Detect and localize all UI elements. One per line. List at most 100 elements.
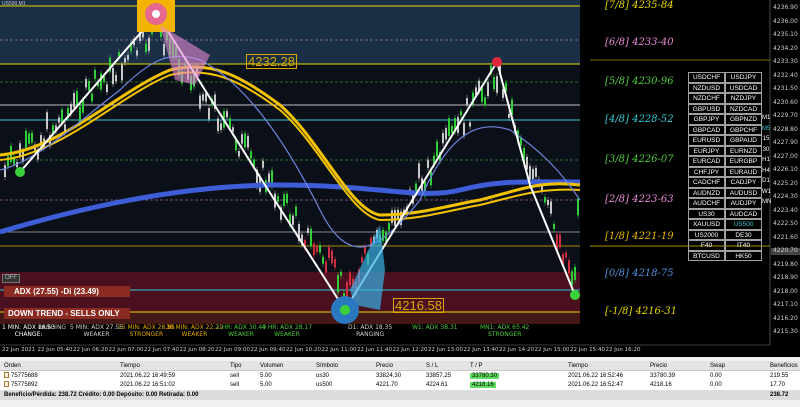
candle (115, 74, 117, 82)
candle (244, 133, 246, 148)
candle (328, 247, 330, 259)
murray-level-price: 4221-19 (628, 231, 674, 242)
price-axis-tick: 4229.70 (773, 112, 798, 119)
symbol-button[interactable]: USDCAD (725, 82, 762, 93)
candle (388, 223, 390, 231)
symbol-button[interactable]: F40 (688, 240, 725, 251)
symbol-button[interactable]: CADJPY (725, 177, 762, 188)
candle (508, 113, 510, 118)
timeframe-button[interactable]: MN (762, 198, 771, 209)
chart-area[interactable]: US500,M1 [7/8] 4235-84 [6/8] 4233-40 [5/8]… (0, 0, 800, 357)
candle (334, 259, 336, 268)
symbol-button[interactable]: CHFJPY (688, 166, 725, 177)
timeframe-button[interactable]: D1 (762, 177, 770, 188)
symbol-button[interactable]: GBPCHF (725, 124, 762, 135)
adx-panel: 4 HR: ADX 28.17 WEAKER (262, 324, 313, 338)
column-header[interactable]: T / P (470, 361, 483, 371)
column-header[interactable]: Volumen (260, 361, 283, 371)
timeframe-button[interactable]: H4 (762, 167, 770, 178)
symbol-button[interactable]: GBPJPY (688, 114, 725, 125)
symbol-button[interactable]: GBPNZD (725, 114, 762, 125)
timeframe-button[interactable]: M5 (762, 125, 770, 136)
symbol-button[interactable]: AUDUSD (725, 187, 762, 198)
column-header[interactable]: Tiempo (568, 361, 588, 371)
timeframe-button[interactable]: 30 (762, 146, 770, 157)
symbol-button[interactable]: HK50 (725, 250, 762, 261)
price-axis-tick: 4234.20 (773, 44, 798, 52)
symbol-button[interactable]: EURJPY (688, 145, 725, 156)
adx-panel: 5 MIN: ADX 27.55 WEAKER (70, 324, 124, 338)
timeframe-button[interactable]: M1 (762, 114, 770, 125)
symbol-button[interactable]: EURCAD (688, 156, 725, 167)
symbol-button[interactable]: NZDCHF (688, 93, 725, 104)
column-header[interactable]: Orden (4, 361, 21, 371)
symbol-button[interactable]: USDJPY (725, 72, 762, 83)
symbol-button[interactable]: GBPCAD (688, 124, 725, 135)
symbol-button[interactable]: NZDUSD (688, 82, 725, 93)
symbol-button[interactable]: GBPAUD (725, 135, 762, 146)
symbol-button[interactable]: USDCHF (688, 72, 725, 83)
price-axis-tick: 4217.10 (773, 301, 798, 308)
symbol-button[interactable]: US500 (725, 219, 762, 230)
symbol-button[interactable]: AUDCAD (725, 208, 762, 219)
symbol-button[interactable]: DE30 (725, 229, 762, 240)
table-cell: 0.00 (710, 382, 722, 388)
candle (88, 80, 90, 91)
column-header[interactable]: Precio (650, 361, 667, 371)
summary-total: 238.72 (770, 392, 789, 398)
column-header[interactable]: Tiempo (120, 361, 140, 371)
symbol-button[interactable]: EURNZD (725, 145, 762, 156)
candle (112, 67, 114, 85)
symbol-button[interactable]: XAUUSD (688, 219, 725, 230)
symbol-button[interactable]: AUDNZD (688, 187, 725, 198)
candle (460, 111, 462, 116)
symbol-button[interactable]: CADCHF (688, 177, 725, 188)
off-button[interactable]: OFF (2, 274, 20, 283)
symbol-button[interactable]: EURGBP (725, 156, 762, 167)
price-axis-tick: 4227.90 (773, 139, 798, 146)
time-axis-tick: 22 Jun 13:00 (428, 347, 463, 353)
candle (247, 136, 249, 148)
symbol-button[interactable]: BTCUSD (688, 250, 725, 261)
time-axis-tick: 22 Jun 07:40 (144, 347, 179, 353)
candle (547, 200, 549, 206)
symbol-button[interactable]: EURAUD (725, 166, 762, 177)
candle (73, 93, 75, 108)
symbol-button[interactable]: US2000 (688, 229, 725, 240)
symbol-button[interactable]: EURUSD (688, 135, 725, 146)
candle (481, 88, 483, 102)
symbol-button[interactable]: US30 (688, 208, 725, 219)
column-header[interactable]: Beneficios (770, 361, 798, 371)
window-title: US500,M1 (2, 1, 26, 7)
candle (496, 76, 498, 93)
murray-level-label: [2/8] (605, 194, 629, 205)
timeframe-button[interactable]: 15 (762, 135, 770, 146)
candle (364, 246, 366, 254)
symbol-button[interactable]: GBPUSD (688, 103, 725, 114)
column-header[interactable]: Símbolo (316, 361, 338, 371)
candle (229, 118, 231, 128)
adx-panel: 1 HR: ADX 30.40 WEAKER (216, 324, 267, 338)
column-header[interactable]: Tipo (230, 361, 241, 371)
adx-panel: D1: ADX 18.35 RANGING (348, 324, 393, 338)
candle (445, 128, 447, 140)
symbol-button[interactable]: NZDCAD (725, 103, 762, 114)
column-header[interactable]: Swap (710, 361, 725, 371)
candle (325, 261, 327, 273)
candle (319, 245, 321, 253)
murray-level-label: [7/8] (605, 0, 629, 11)
candle (127, 54, 129, 60)
symbol-button[interactable]: AUDJPY (725, 198, 762, 209)
table-row[interactable]: 75775892 2021.06.22 16:51:02 sell 5.00 us500… (0, 380, 800, 390)
timeframe-button[interactable]: W1 (762, 188, 771, 199)
column-header[interactable]: Precio (376, 361, 393, 371)
column-header[interactable]: S / L (426, 361, 438, 371)
symbol-button[interactable]: AUDCHF (688, 198, 725, 209)
symbol-button[interactable]: NZDJPY (725, 93, 762, 104)
price-axis-tick: 4227.00 (773, 152, 798, 160)
candle (550, 201, 552, 214)
timeframe-button[interactable]: H1 (762, 156, 770, 167)
symbol-button[interactable]: IT40 (725, 240, 762, 251)
candle (262, 160, 264, 168)
order-icon (4, 372, 9, 379)
